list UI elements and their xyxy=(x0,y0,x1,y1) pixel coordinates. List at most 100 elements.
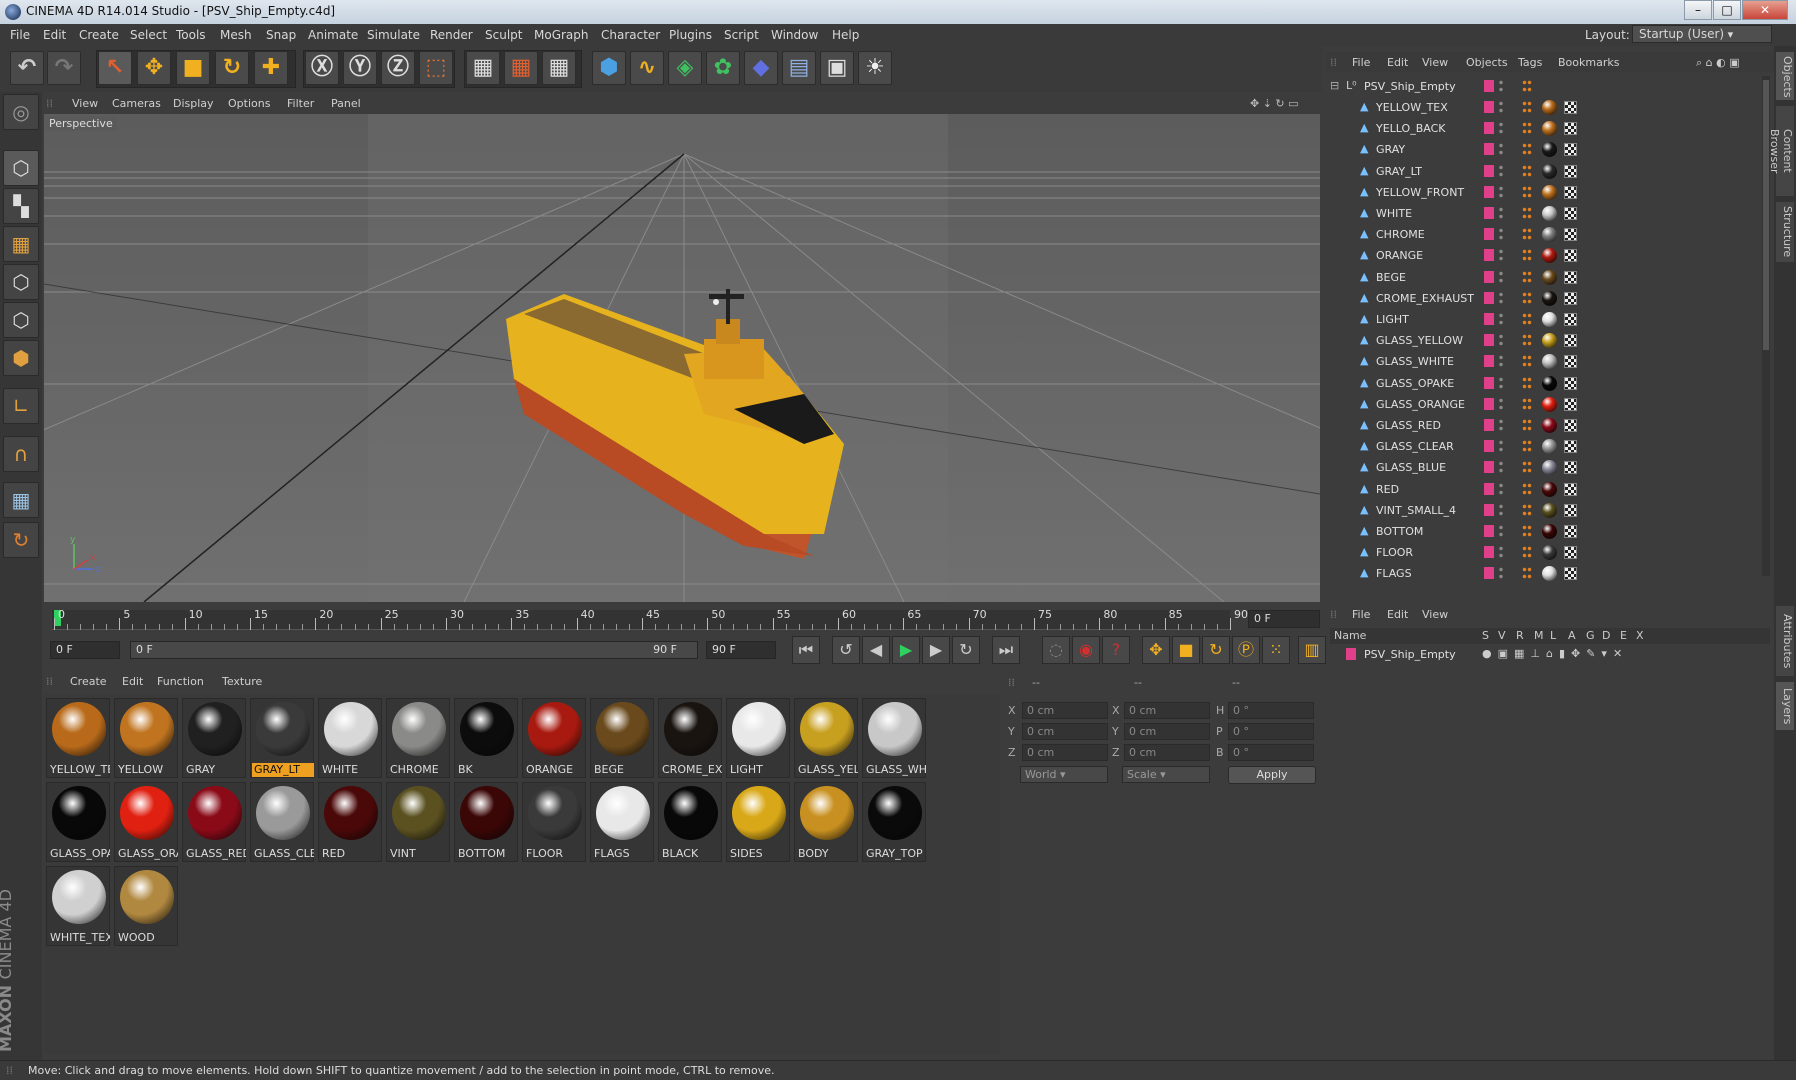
object-row[interactable]: ▲ GRAY_LT xyxy=(1326,161,1756,182)
object-row[interactable]: ▲ LIGHT xyxy=(1326,309,1756,330)
minimize-button[interactable]: – xyxy=(1684,0,1712,20)
visibility-dots[interactable] xyxy=(1498,396,1504,411)
uvw-tag-icon[interactable] xyxy=(1564,525,1577,538)
layer-menu-file[interactable]: File xyxy=(1352,608,1370,621)
keyframe-selection-icon[interactable]: ? xyxy=(1102,636,1130,664)
coord-size-x-field[interactable]: 0 cm xyxy=(1124,702,1210,719)
menu-render[interactable]: Render xyxy=(430,28,473,42)
uvw-tag-icon[interactable] xyxy=(1564,567,1577,581)
material-tag-icon[interactable] xyxy=(1542,502,1557,518)
start-frame-field[interactable]: 0 F xyxy=(50,641,120,659)
coord-pos-x-field[interactable]: 0 cm xyxy=(1022,702,1108,719)
phong-tag-icon[interactable] xyxy=(1522,545,1532,560)
go-to-end-icon[interactable]: ⏭ xyxy=(992,636,1020,664)
menu-script[interactable]: Script xyxy=(724,28,759,42)
material-swatch[interactable]: BLACK xyxy=(658,782,722,862)
material-swatch[interactable]: WHITE_TEX xyxy=(46,866,110,946)
timeline-track[interactable] xyxy=(52,610,1230,630)
material-tag-icon[interactable] xyxy=(1542,312,1557,327)
close-button[interactable]: ✕ xyxy=(1742,0,1788,20)
layer-column-m[interactable]: M xyxy=(1534,629,1544,642)
phong-tag-icon[interactable] xyxy=(1522,312,1532,326)
visibility-dots[interactable] xyxy=(1498,290,1504,305)
object-row[interactable]: ▲ GLASS_RED xyxy=(1326,415,1756,436)
menu-create[interactable]: Create xyxy=(79,28,119,42)
material-swatch[interactable]: GRAY xyxy=(182,698,246,778)
uvw-tag-icon[interactable] xyxy=(1564,313,1577,326)
light-icon[interactable]: ☀ xyxy=(858,51,892,85)
material-swatch[interactable]: GLASS_OPA xyxy=(46,782,110,862)
phong-tag-icon[interactable] xyxy=(1522,481,1532,496)
x-axis-lock-icon[interactable]: Ⓧ xyxy=(305,51,339,85)
uvw-tag-icon[interactable] xyxy=(1564,482,1577,496)
polygons-mode-icon[interactable]: ⬢ xyxy=(3,340,39,376)
coord-mode-dropdown[interactable]: World ▾ xyxy=(1020,766,1108,783)
object-row[interactable]: ▲ WHITE xyxy=(1326,203,1756,224)
object-row[interactable]: ▲ GLASS_CLEAR xyxy=(1326,436,1756,457)
phong-tag-icon[interactable] xyxy=(1522,206,1532,220)
vp-menu-options[interactable]: Options xyxy=(228,97,270,110)
layer-menu-view[interactable]: View xyxy=(1422,608,1448,621)
layer-toggle-icons[interactable]: ●▣▦⊥⌂▮✥✎▾✕ xyxy=(1482,647,1628,660)
visibility-dots[interactable] xyxy=(1498,502,1504,517)
coord-size-z-field[interactable]: 0 cm xyxy=(1124,744,1210,761)
current-frame-field[interactable]: 0 F xyxy=(1248,610,1320,628)
phong-tag-icon[interactable] xyxy=(1522,121,1532,136)
coord-rot-h-field[interactable]: 0 ° xyxy=(1228,702,1314,719)
mat-menu-texture[interactable]: Texture xyxy=(222,675,262,688)
material-tag-icon[interactable] xyxy=(1542,333,1557,349)
material-swatch[interactable]: VINT xyxy=(386,782,450,862)
menu-simulate[interactable]: Simulate xyxy=(367,28,420,42)
uvw-tag-icon[interactable] xyxy=(1564,440,1577,454)
obj-menu-file[interactable]: File xyxy=(1352,56,1370,69)
visibility-dots[interactable] xyxy=(1498,333,1504,348)
object-row[interactable]: ▲ CROME_EXHAUST xyxy=(1326,288,1756,309)
material-tag-icon[interactable] xyxy=(1542,184,1557,200)
object-row[interactable]: ▲ GLASS_YELLOW xyxy=(1326,330,1756,351)
axis-mode-icon[interactable]: ∟ xyxy=(3,388,39,424)
object-row[interactable]: ▲ RED xyxy=(1326,479,1756,500)
key-scale-icon[interactable]: ■ xyxy=(1172,636,1200,664)
menu-plugins[interactable]: Plugins xyxy=(669,28,712,42)
render-settings-icon[interactable]: ▦ xyxy=(542,51,576,85)
menu-window[interactable]: Window xyxy=(771,28,818,42)
phong-tag-icon[interactable] xyxy=(1522,524,1532,538)
material-swatch[interactable]: WOOD xyxy=(114,866,178,946)
material-tag-icon[interactable] xyxy=(1542,524,1557,539)
uvw-tag-icon[interactable] xyxy=(1564,185,1577,199)
layer-row[interactable]: PSV_Ship_Empty ●▣▦⊥⌂▮✥✎▾✕ xyxy=(1330,646,1770,664)
uvw-tag-icon[interactable] xyxy=(1564,249,1577,263)
material-tag-icon[interactable] xyxy=(1542,439,1557,455)
coord-pos-z-field[interactable]: 0 cm xyxy=(1022,744,1108,761)
object-row[interactable]: ▲ ORANGE xyxy=(1326,245,1756,266)
layer-column-x[interactable]: X xyxy=(1636,629,1644,642)
phong-tag-icon[interactable] xyxy=(1522,354,1532,369)
undo-icon[interactable]: ↶ xyxy=(10,51,44,85)
uvw-tag-icon[interactable] xyxy=(1564,207,1577,220)
uvw-tag-icon[interactable] xyxy=(1564,270,1577,284)
previous-frame-icon[interactable]: ◀ xyxy=(862,636,890,664)
visibility-dots[interactable] xyxy=(1498,524,1504,538)
material-tag-icon[interactable] xyxy=(1542,121,1557,137)
material-tag-icon[interactable] xyxy=(1542,481,1557,497)
locked-workplane-icon[interactable]: ↻ xyxy=(3,522,39,558)
visibility-dots[interactable] xyxy=(1498,418,1504,432)
uvw-tag-icon[interactable] xyxy=(1564,291,1577,305)
preview-range-slider[interactable]: 0 F 90 F xyxy=(130,641,698,659)
vp-menu-display[interactable]: Display xyxy=(173,97,214,110)
visibility-dots[interactable] xyxy=(1498,566,1504,581)
material-tag-icon[interactable] xyxy=(1542,290,1557,306)
tab-layers[interactable]: Layers xyxy=(1776,682,1794,730)
obj-menu-view[interactable]: View xyxy=(1422,56,1448,69)
object-row[interactable]: ▲ FLAGS xyxy=(1326,563,1756,584)
material-tag-icon[interactable] xyxy=(1542,142,1557,158)
render-picture-viewer-icon[interactable]: ▦ xyxy=(504,51,538,85)
vp-menu-view[interactable]: View xyxy=(72,97,98,110)
obj-menu-edit[interactable]: Edit xyxy=(1387,56,1408,69)
scrollbar-thumb[interactable] xyxy=(1763,80,1769,350)
uvw-tag-icon[interactable] xyxy=(1564,419,1577,432)
phong-tag-icon[interactable] xyxy=(1522,418,1532,432)
layer-column-l[interactable]: L xyxy=(1550,629,1556,642)
menu-mograph[interactable]: MoGraph xyxy=(534,28,589,42)
phong-tag-icon[interactable] xyxy=(1522,439,1532,454)
